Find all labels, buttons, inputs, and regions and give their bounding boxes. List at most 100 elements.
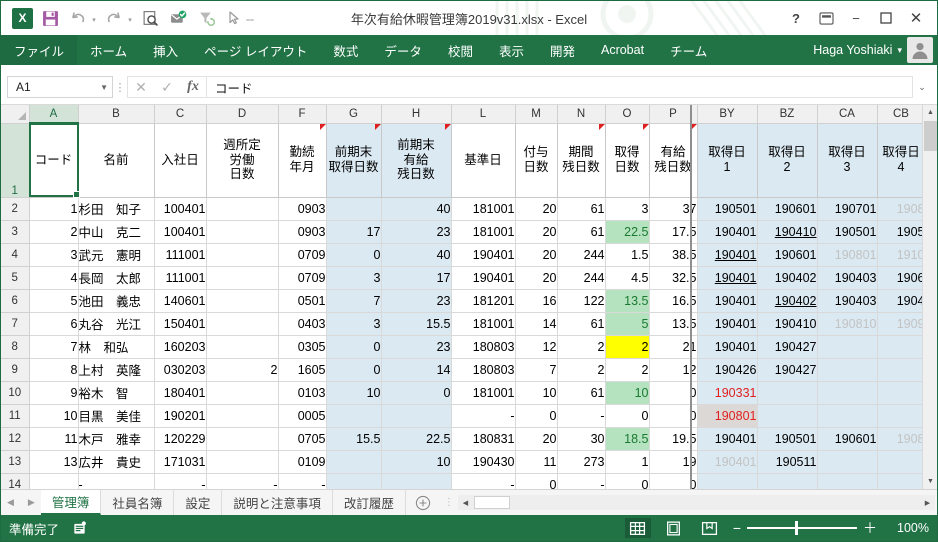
cell-M2[interactable]: 20 (515, 197, 558, 221)
cell-F6[interactable]: 0501 (278, 289, 327, 313)
column-header-l[interactable]: L (451, 105, 516, 124)
add-sheet-button[interactable] (406, 490, 440, 515)
cell-G9[interactable]: 0 (326, 358, 382, 382)
undo-button[interactable] (65, 5, 91, 31)
cell-L10[interactable]: 181001 (451, 381, 516, 405)
cell-A6[interactable]: 5 (29, 289, 79, 313)
cell-D7[interactable] (206, 312, 279, 336)
redo-button[interactable] (101, 5, 127, 31)
sheet-tab-setsumei[interactable]: 説明と注意事項 (222, 490, 333, 515)
column-title-l[interactable]: 基準日 (451, 123, 516, 198)
cell-CA14[interactable] (817, 473, 878, 489)
user-dropdown-icon[interactable]: ▾ (897, 45, 902, 56)
next-sheet-icon[interactable]: ▶ (28, 497, 35, 508)
row-header-9[interactable]: 9 (1, 358, 30, 382)
cell-CA6[interactable]: 190403 (817, 289, 878, 313)
cell-B11[interactable]: 目黒 美佳 (78, 404, 155, 428)
cell-L2[interactable]: 181001 (451, 197, 516, 221)
cell-N5[interactable]: 244 (557, 266, 606, 290)
cell-C4[interactable]: 111001 (154, 243, 207, 267)
zoom-out-button[interactable]: − (733, 521, 741, 535)
zoom-track[interactable] (747, 521, 857, 535)
print-preview-button[interactable] (137, 5, 163, 31)
column-header-c[interactable]: C (154, 105, 207, 124)
cell-D4[interactable] (206, 243, 279, 267)
cell-N4[interactable]: 244 (557, 243, 606, 267)
row-header-6[interactable]: 6 (1, 289, 30, 313)
cell-L11[interactable]: - (451, 404, 516, 428)
normal-view-button[interactable] (624, 518, 651, 538)
column-title-n[interactable]: 期間 残日数 (557, 123, 606, 198)
cell-D5[interactable] (206, 266, 279, 290)
cell-F13[interactable]: 0109 (278, 450, 327, 474)
cell-D8[interactable] (206, 335, 279, 359)
cell-BY10[interactable]: 190331 (697, 381, 758, 405)
row-header-13[interactable]: 13 (1, 450, 30, 474)
tab-home[interactable]: ホーム (77, 35, 140, 65)
cell-C8[interactable]: 160203 (154, 335, 207, 359)
column-header-o[interactable]: O (605, 105, 650, 124)
cell-M5[interactable]: 20 (515, 266, 558, 290)
cell-L6[interactable]: 181201 (451, 289, 516, 313)
cell-BY12[interactable]: 190401 (697, 427, 758, 451)
cell-G2[interactable] (326, 197, 382, 221)
expand-formula-bar-button[interactable]: ⌄ (913, 82, 931, 93)
scroll-up-button[interactable]: ▲ (923, 105, 937, 120)
cell-O10[interactable]: 10 (605, 381, 650, 405)
column-header-cb[interactable]: CB (877, 105, 926, 124)
column-header-f[interactable]: F (278, 105, 327, 124)
column-header-d[interactable]: D (206, 105, 279, 124)
cell-H13[interactable]: 10 (381, 450, 452, 474)
cell-M11[interactable]: 0 (515, 404, 558, 428)
cell-H6[interactable]: 23 (381, 289, 452, 313)
cell-CA9[interactable] (817, 358, 878, 382)
column-header-n[interactable]: N (557, 105, 606, 124)
cell-C7[interactable]: 150401 (154, 312, 207, 336)
column-header-h[interactable]: H (381, 105, 452, 124)
cell-N12[interactable]: 30 (557, 427, 606, 451)
cell-CA4[interactable]: 190801 (817, 243, 878, 267)
column-title-cb[interactable]: 取得日 4 (877, 123, 926, 198)
cell-G8[interactable]: 0 (326, 335, 382, 359)
cell-G12[interactable]: 15.5 (326, 427, 382, 451)
cell-D6[interactable] (206, 289, 279, 313)
cell-N3[interactable]: 61 (557, 220, 606, 244)
cell-CB9[interactable] (877, 358, 926, 382)
vertical-scrollbar[interactable]: ▲ ▼ (922, 105, 937, 489)
cell-B13[interactable]: 広井 貴史 (78, 450, 155, 474)
cell-D2[interactable] (206, 197, 279, 221)
cell-CB2[interactable]: 1908 (877, 197, 926, 221)
cell-BY5[interactable]: 190401 (697, 266, 758, 290)
cell-BZ14[interactable] (757, 473, 818, 489)
cell-N9[interactable]: 2 (557, 358, 606, 382)
cell-H7[interactable]: 15.5 (381, 312, 452, 336)
cell-B2[interactable]: 杉田 知子 (78, 197, 155, 221)
cell-H11[interactable] (381, 404, 452, 428)
cell-A13[interactable]: 13 (29, 450, 79, 474)
record-macro-icon[interactable] (71, 520, 87, 536)
cell-M9[interactable]: 7 (515, 358, 558, 382)
column-header-b[interactable]: B (78, 105, 155, 124)
column-title-h[interactable]: 前期末 有給 残日数 (381, 123, 452, 198)
cell-C11[interactable]: 190201 (154, 404, 207, 428)
cell-N11[interactable]: - (557, 404, 606, 428)
cell-O13[interactable]: 1 (605, 450, 650, 474)
cell-BZ6[interactable]: 190402 (757, 289, 818, 313)
cell-D13[interactable] (206, 450, 279, 474)
cell-BY4[interactable]: 190401 (697, 243, 758, 267)
tab-view[interactable]: 表示 (486, 35, 537, 65)
cell-H2[interactable]: 40 (381, 197, 452, 221)
cell-N2[interactable]: 61 (557, 197, 606, 221)
horizontal-scroll-thumb[interactable] (473, 496, 510, 509)
cell-L8[interactable]: 180803 (451, 335, 516, 359)
cell-G7[interactable]: 3 (326, 312, 382, 336)
page-break-view-button[interactable] (697, 518, 723, 538)
column-title-by[interactable]: 取得日 1 (697, 123, 758, 198)
cell-B12[interactable]: 木戸 雅幸 (78, 427, 155, 451)
cell-CB3[interactable]: 1905 (877, 220, 926, 244)
cell-BZ11[interactable] (757, 404, 818, 428)
cell-D10[interactable] (206, 381, 279, 405)
cell-M14[interactable]: 0 (515, 473, 558, 489)
cell-B8[interactable]: 林 和弘 (78, 335, 155, 359)
column-header-a[interactable]: A (29, 105, 79, 124)
